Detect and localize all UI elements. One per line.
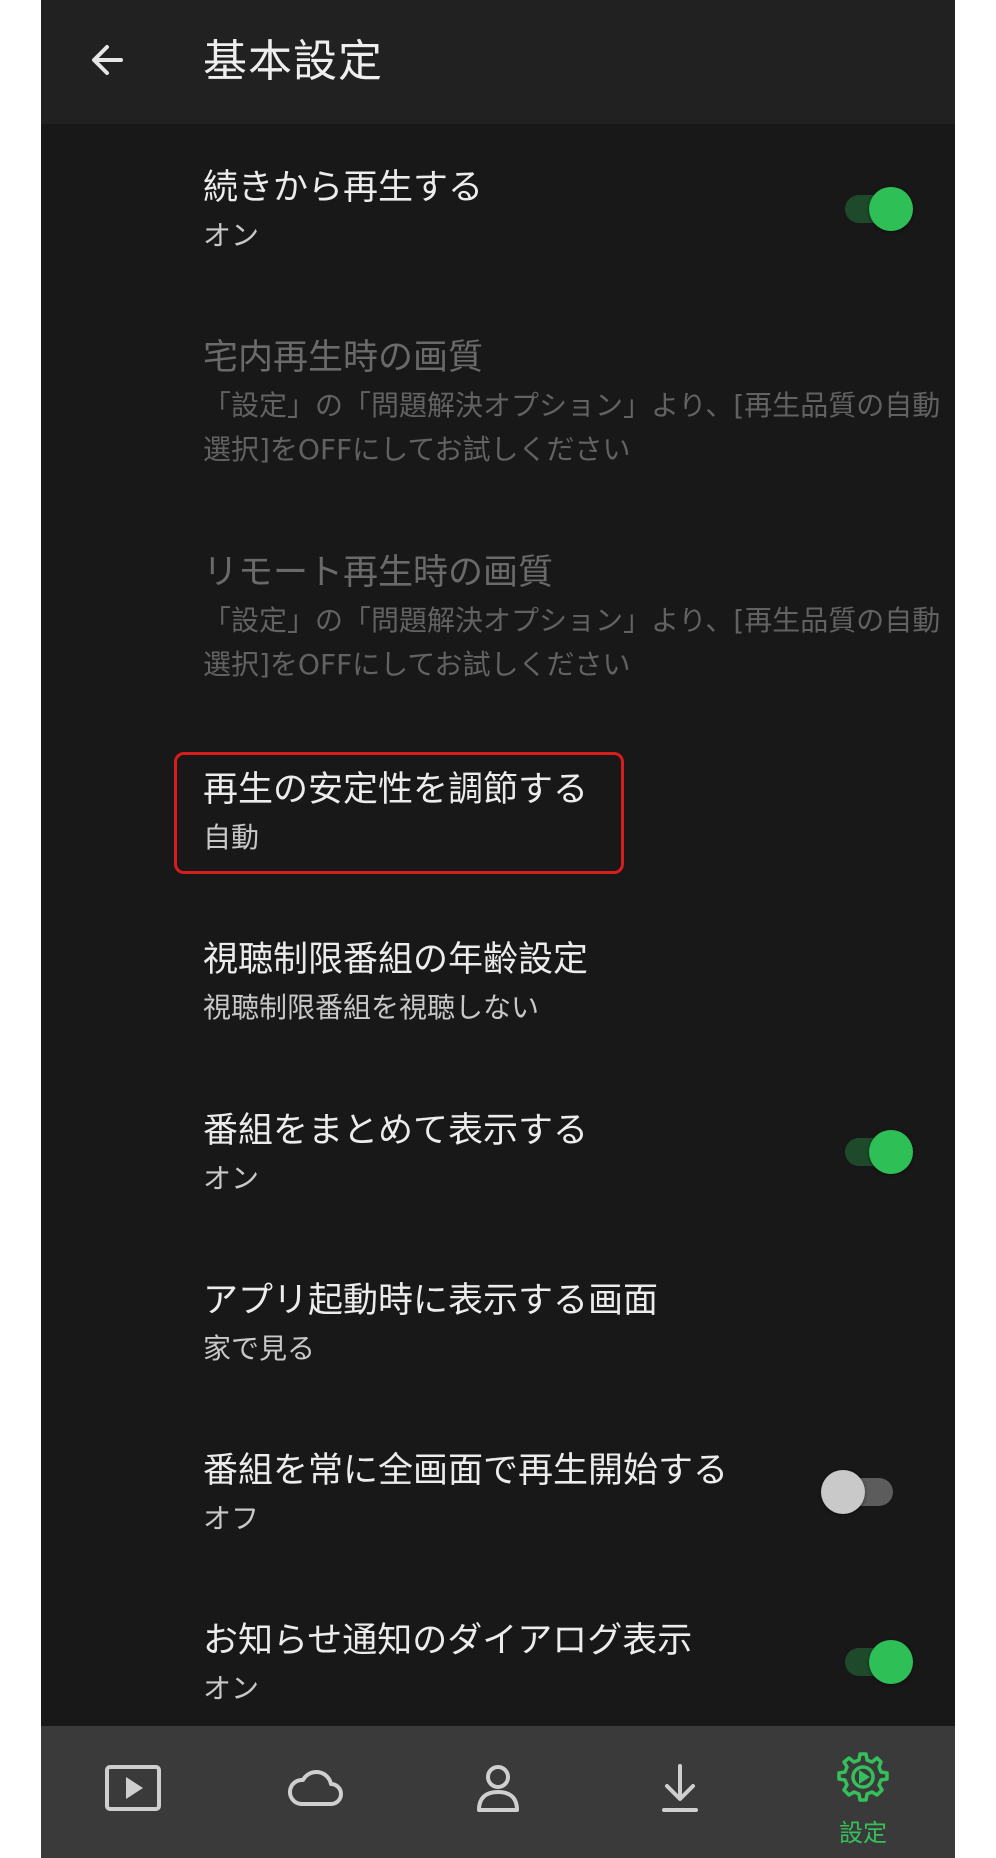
download-icon <box>650 1758 710 1818</box>
nav-account[interactable] <box>438 1726 558 1858</box>
notice-toggle[interactable] <box>835 1632 915 1692</box>
nav-cloud[interactable] <box>255 1726 375 1858</box>
setting-description: 「設定」の「問題解決オプション」より、[再生品質の自動選択]をOFFにしてお試し… <box>203 604 941 681</box>
setting-title: リモート再生時の画質 <box>203 553 554 593</box>
setting-title: 続きから再生する <box>203 168 484 208</box>
toggle-thumb <box>869 1640 913 1684</box>
setting-value: オフ <box>203 1502 260 1535</box>
setting-description: 「設定」の「問題解決オプション」より、[再生品質の自動選択]をOFFにしてお試し… <box>203 389 941 466</box>
setting-remote-quality: リモート再生時の画質 「設定」の「問題解決オプション」より、[再生品質の自動選択… <box>41 509 955 724</box>
setting-notice[interactable]: お知らせ通知のダイアログ表示 オン <box>41 1574 955 1726</box>
cloud-icon <box>285 1758 345 1818</box>
toggle-thumb <box>869 187 913 231</box>
bottom-navigation: 設定 <box>41 1726 955 1858</box>
fullscreen-toggle[interactable] <box>821 1462 901 1522</box>
nav-settings[interactable]: 設定 <box>803 1726 923 1858</box>
setting-title: 視聴制限番組の年齢設定 <box>203 940 589 980</box>
setting-startup[interactable]: アプリ起動時に表示する画面 家で見る <box>41 1234 955 1404</box>
nav-settings-label: 設定 <box>839 1819 887 1847</box>
setting-stability[interactable]: 再生の安定性を調節する 自動 <box>41 724 955 894</box>
setting-resume[interactable]: 続きから再生する オン <box>41 124 955 294</box>
setting-title: 番組をまとめて表示する <box>203 1111 589 1151</box>
toggle-thumb <box>869 1130 913 1174</box>
setting-value: 家で見る <box>203 1332 316 1365</box>
setting-value: 視聴制限番組を視聴しない <box>203 991 540 1024</box>
page-title: 基本設定 <box>203 36 383 87</box>
setting-title: 宅内再生時の画質 <box>203 338 484 378</box>
setting-title: 番組を常に全画面で再生開始する <box>203 1451 729 1491</box>
setting-value: オン <box>203 1672 260 1705</box>
person-icon <box>468 1758 528 1818</box>
gear-icon <box>833 1748 893 1808</box>
resume-toggle[interactable] <box>835 179 915 239</box>
arrow-left-icon <box>87 40 127 84</box>
setting-fullscreen[interactable]: 番組を常に全画面で再生開始する オフ <box>41 1404 955 1574</box>
setting-age[interactable]: 視聴制限番組の年齢設定 視聴制限番組を視聴しない <box>41 894 955 1064</box>
setting-title: アプリ起動時に表示する画面 <box>203 1281 659 1321</box>
group-toggle[interactable] <box>835 1122 915 1182</box>
setting-group[interactable]: 番組をまとめて表示する オン <box>41 1064 955 1234</box>
play-icon <box>103 1758 163 1818</box>
back-button[interactable] <box>71 26 143 98</box>
toggle-thumb <box>821 1470 865 1514</box>
setting-value: オン <box>203 1162 260 1195</box>
setting-title: お知らせ通知のダイアログ表示 <box>203 1621 693 1661</box>
phone-screen: 基本設定 続きから再生する オン 宅内再生時の画質 「設定」の「問題解決オプショ… <box>41 0 955 1858</box>
setting-home-quality: 宅内再生時の画質 「設定」の「問題解決オプション」より、[再生品質の自動選択]を… <box>41 294 955 509</box>
nav-download[interactable] <box>620 1726 740 1858</box>
setting-title: 再生の安定性を調節する <box>203 770 589 810</box>
app-bar: 基本設定 <box>41 0 955 124</box>
nav-play[interactable] <box>73 1726 193 1858</box>
setting-value: 自動 <box>203 821 260 854</box>
settings-list: 続きから再生する オン 宅内再生時の画質 「設定」の「問題解決オプション」より、… <box>41 124 955 1726</box>
setting-value: オン <box>203 219 260 252</box>
